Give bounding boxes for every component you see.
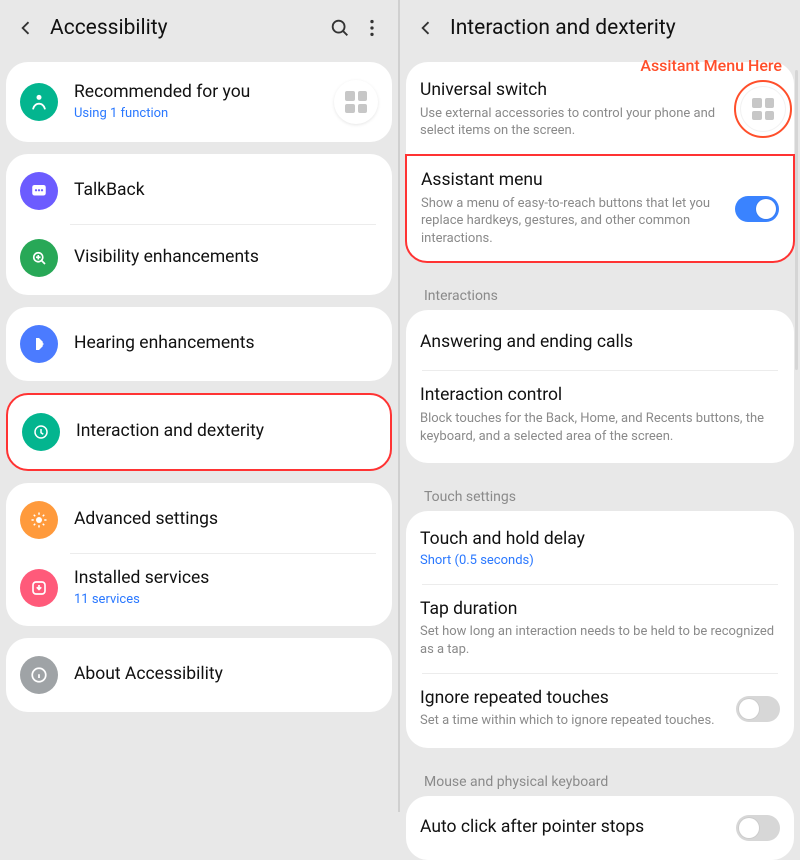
grid-icon[interactable] bbox=[334, 80, 378, 124]
talkback-icon bbox=[20, 172, 58, 210]
interaction-icon bbox=[22, 413, 60, 451]
left-content: Recommended for you Using 1 function Tal… bbox=[0, 56, 398, 730]
right-content: Universal switch Use external accessorie… bbox=[400, 56, 800, 860]
group4-card: Advanced settings Installed services 11 … bbox=[6, 483, 392, 626]
group3-card: Interaction and dexterity bbox=[6, 393, 392, 471]
section-header-touch: Touch settings bbox=[406, 475, 794, 511]
mouse-card: Auto click after pointer stops bbox=[406, 796, 794, 860]
more-icon[interactable] bbox=[356, 12, 388, 44]
advanced-icon bbox=[20, 501, 58, 539]
ignore-repeated-toggle[interactable] bbox=[736, 696, 780, 722]
section-header-mouse: Mouse and physical keyboard bbox=[406, 760, 794, 796]
list-item-ignore-repeated[interactable]: Ignore repeated touches Set a time withi… bbox=[406, 674, 794, 744]
list-item-interaction-control[interactable]: Interaction control Block touches for th… bbox=[406, 371, 794, 459]
accessibility-pane: Accessibility Recommended for you Using … bbox=[0, 0, 398, 812]
info-icon bbox=[20, 656, 58, 694]
top-card: Universal switch Use external accessorie… bbox=[406, 62, 794, 263]
list-item-assistant-menu[interactable]: Assistant menu Show a menu of easy-to-re… bbox=[405, 154, 795, 264]
interactions-card: Answering and ending calls Interaction c… bbox=[406, 310, 794, 463]
left-header: Accessibility bbox=[0, 0, 398, 56]
interaction-dexterity-pane: Interaction and dexterity Assitant Menu … bbox=[398, 0, 800, 812]
list-item-auto-click[interactable]: Auto click after pointer stops bbox=[406, 800, 794, 856]
back-icon[interactable] bbox=[410, 12, 442, 44]
list-item-interaction-dexterity[interactable]: Interaction and dexterity bbox=[8, 399, 390, 465]
recommended-sub: Using 1 function bbox=[74, 106, 334, 122]
list-item-hearing[interactable]: Hearing enhancements bbox=[6, 311, 392, 377]
list-item-about[interactable]: About Accessibility bbox=[6, 642, 392, 708]
list-item-visibility[interactable]: Visibility enhancements bbox=[6, 225, 392, 291]
section-header-interactions: Interactions bbox=[406, 274, 794, 310]
list-item-tap-duration[interactable]: Tap duration Set how long an interaction… bbox=[406, 585, 794, 673]
back-icon[interactable] bbox=[10, 12, 42, 44]
hearing-icon bbox=[20, 325, 58, 363]
recommended-row[interactable]: Recommended for you Using 1 function bbox=[6, 66, 392, 138]
recommended-title: Recommended for you bbox=[74, 82, 334, 104]
group5-card: About Accessibility bbox=[6, 638, 392, 712]
scrollbar[interactable] bbox=[794, 70, 798, 570]
group2-card: Hearing enhancements bbox=[6, 307, 392, 381]
list-item-answering-calls[interactable]: Answering and ending calls bbox=[406, 314, 794, 370]
list-item-installed[interactable]: Installed services 11 services bbox=[6, 554, 392, 622]
page-title: Interaction and dexterity bbox=[450, 16, 790, 40]
assistant-menu-toggle[interactable] bbox=[735, 196, 779, 222]
right-header: Interaction and dexterity bbox=[400, 0, 800, 56]
person-icon bbox=[20, 83, 58, 121]
list-item-advanced[interactable]: Advanced settings bbox=[6, 487, 392, 553]
list-item-universal-switch[interactable]: Universal switch Use external accessorie… bbox=[406, 66, 794, 154]
search-icon[interactable] bbox=[324, 12, 356, 44]
recommended-card: Recommended for you Using 1 function bbox=[6, 62, 392, 142]
list-item-touch-hold-delay[interactable]: Touch and hold delay Short (0.5 seconds) bbox=[406, 515, 794, 583]
group1-card: TalkBack Visibility enhancements bbox=[6, 154, 392, 295]
visibility-icon bbox=[20, 239, 58, 277]
auto-click-toggle[interactable] bbox=[736, 815, 780, 841]
page-title: Accessibility bbox=[50, 16, 324, 40]
list-item-talkback[interactable]: TalkBack bbox=[6, 158, 392, 224]
installed-icon bbox=[20, 569, 58, 607]
touch-card: Touch and hold delay Short (0.5 seconds)… bbox=[406, 511, 794, 748]
